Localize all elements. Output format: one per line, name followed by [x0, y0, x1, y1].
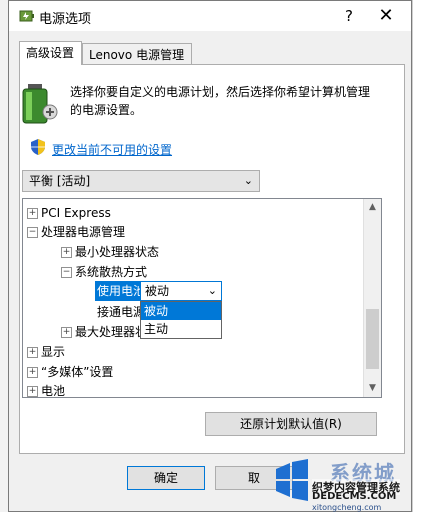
tree-item-label: PCI Express [41, 206, 111, 220]
tab-lenovo-power[interactable]: Lenovo 电源管理 [82, 43, 192, 65]
tree-item-display[interactable]: + 显示 [27, 342, 66, 362]
watermark: 系统城 织梦内容管理系统 DEDECMS.COM xitongcheng.com [270, 455, 422, 512]
tree-scrollbar[interactable]: ▲ ▼ [363, 199, 381, 397]
tree-item-cooling-policy[interactable]: − 系统散热方式 [61, 262, 148, 282]
chevron-down-icon: ⌄ [243, 174, 253, 187]
option-passive[interactable]: 被动 [141, 302, 221, 320]
tree-item-label: 最大处理器状 [75, 325, 148, 339]
tree-item-min-processor[interactable]: + 最小处理器状态 [61, 242, 160, 262]
help-button[interactable]: ? [339, 6, 359, 26]
expand-icon[interactable]: + [27, 208, 38, 219]
power-plan-select[interactable]: 平衡 [活动] ⌄ [22, 170, 260, 192]
tree-item-label: “多媒体”设置 [41, 365, 114, 379]
tree-item-pci-express[interactable]: + PCI Express [27, 203, 111, 223]
tree-item-multimedia[interactable]: + “多媒体”设置 [27, 362, 114, 382]
expand-icon[interactable]: + [61, 247, 72, 258]
collapse-icon[interactable]: − [61, 267, 72, 278]
tree-item-processor-power[interactable]: − 处理器电源管理 [27, 222, 126, 242]
restore-defaults-button[interactable]: 还原计划默认值(R) [205, 412, 377, 436]
cooling-options-dropdown: 被动 主动 [140, 301, 222, 339]
watermark-line2: DEDECMS.COM [312, 491, 397, 502]
background-window-right [412, 0, 422, 512]
change-unavailable-settings-link[interactable]: 更改当前不可用的设置 [52, 141, 172, 158]
expand-icon[interactable]: + [27, 367, 38, 378]
dialog-title: 电源选项 [39, 12, 92, 27]
windows-logo-icon [276, 459, 308, 501]
watermark-line3: xitongcheng.com [312, 503, 382, 512]
tree-item-battery[interactable]: + 电池 [27, 381, 66, 398]
expand-icon[interactable]: + [27, 386, 38, 397]
tree-item-max-processor[interactable]: + 最大处理器状 [61, 322, 148, 342]
on-battery-select[interactable]: 被动 ⌄ [140, 281, 222, 301]
battery-icon [22, 84, 58, 124]
chevron-down-icon: ⌄ [207, 284, 217, 297]
tree-item-label: 处理器电源管理 [41, 225, 126, 239]
settings-tree[interactable]: + PCI Express − 处理器电源管理 + 最小处理器状态 − 系统散热… [22, 198, 382, 398]
scroll-up-icon[interactable]: ▲ [364, 199, 381, 216]
expand-icon[interactable]: + [61, 327, 72, 338]
expand-icon[interactable]: + [27, 347, 38, 358]
power-options-icon [19, 10, 34, 22]
tab-advanced-settings[interactable]: 高级设置 [19, 41, 82, 65]
uac-shield-icon [31, 139, 45, 155]
on-battery-value: 被动 [145, 284, 170, 298]
scrollbar-thumb[interactable] [366, 309, 379, 369]
description-text: 选择你要自定义的电源计划，然后选择你希望计算机管理的电源设置。 [70, 85, 371, 117]
tree-item-label: 系统散热方式 [75, 265, 148, 279]
tree-item-label: 显示 [41, 345, 66, 359]
close-button[interactable]: ✕ [371, 4, 401, 28]
option-active[interactable]: 主动 [141, 320, 221, 338]
scroll-down-icon[interactable]: ▼ [364, 380, 381, 397]
ok-button[interactable]: 确定 [127, 466, 205, 490]
title-bar[interactable]: 电源选项 ? ✕ [9, 1, 411, 31]
collapse-icon[interactable]: − [27, 227, 38, 238]
tree-item-label: 最小处理器状态 [75, 245, 160, 259]
power-plan-value: 平衡 [活动] [29, 174, 91, 188]
tree-item-label: 电池 [41, 384, 66, 398]
